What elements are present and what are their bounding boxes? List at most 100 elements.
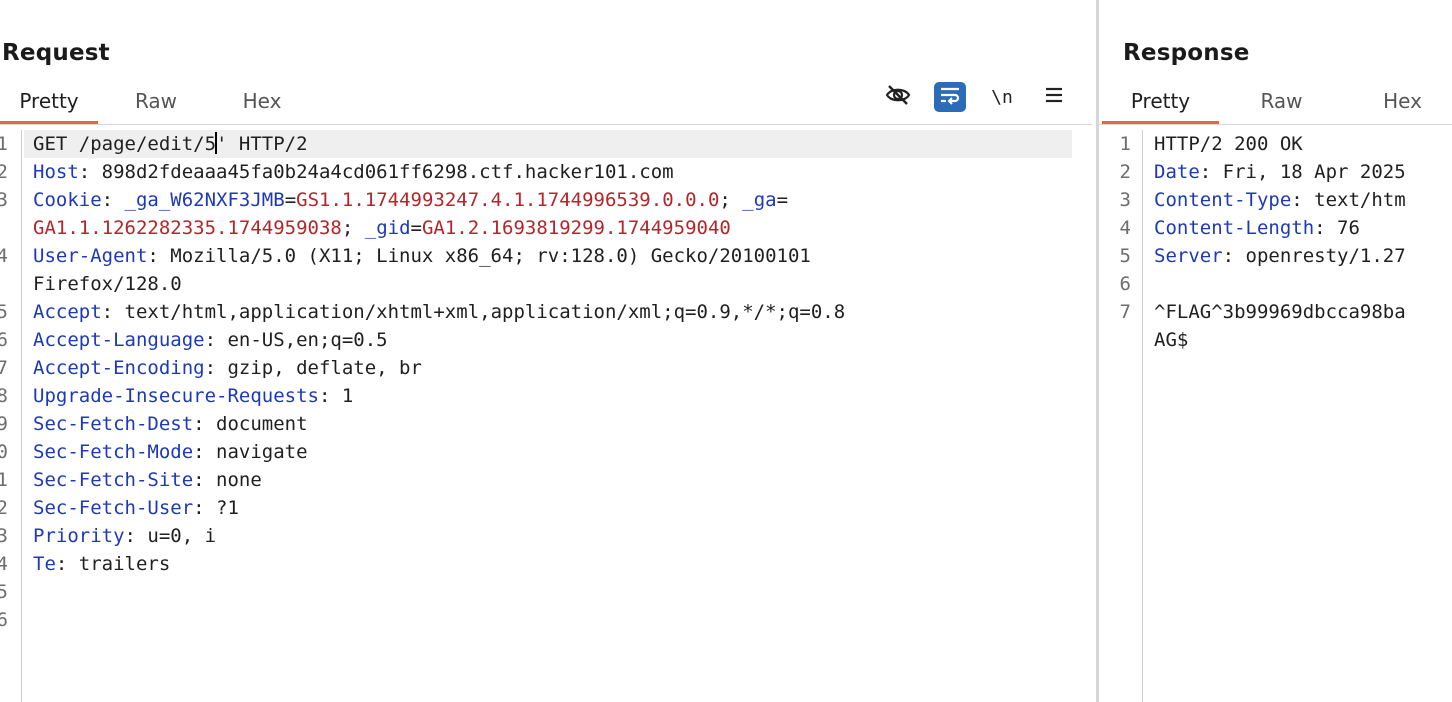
tab-request-hex[interactable]: Hex bbox=[214, 84, 310, 124]
header-value: : gzip, deflate, br bbox=[204, 357, 422, 379]
response-tab-divider bbox=[1099, 124, 1452, 125]
tab-response-pretty[interactable]: Pretty bbox=[1102, 84, 1219, 124]
request-tab-divider bbox=[0, 124, 1092, 125]
line-number: 7 bbox=[0, 357, 8, 379]
header-line[interactable]: 2 Host: 898d2fdeaaa45fa0b24a4cd061ff6298… bbox=[0, 158, 1096, 186]
header-line[interactable]: 3 Content-Type: text/htm bbox=[1099, 186, 1452, 214]
header-line[interactable]: 2 Date: Fri, 18 Apr 2025 bbox=[1099, 158, 1452, 186]
line-number: 3 bbox=[1119, 189, 1131, 211]
options-menu-button[interactable] bbox=[1038, 82, 1070, 112]
line-number: 1 bbox=[1119, 133, 1131, 155]
line-number: 6 bbox=[0, 329, 8, 351]
response-body-text: ^FLAG^3b99969dbcca98ba bbox=[1154, 301, 1406, 323]
header-value: : en-US,en;q=0.5 bbox=[204, 329, 388, 351]
header-name: Server bbox=[1154, 245, 1223, 267]
header-value: : ?1 bbox=[193, 497, 239, 519]
line-number: 8 bbox=[0, 385, 8, 407]
tab-response-hex[interactable]: Hex bbox=[1344, 84, 1452, 124]
show-newlines-button[interactable]: \n bbox=[986, 82, 1018, 112]
response-tabs: Pretty Raw Hex bbox=[1102, 84, 1452, 124]
cookie-value: GS1.1.1744993247.4.1.1744996539.0.0.0 bbox=[296, 189, 720, 211]
header-line[interactable]: 2 Sec-Fetch-User: ?1 bbox=[0, 494, 1096, 522]
header-name: Cookie bbox=[33, 189, 102, 211]
word-wrap-button[interactable] bbox=[934, 82, 966, 112]
cookie-name: _ga bbox=[742, 189, 777, 211]
request-line[interactable]: 1 GET /page/edit/5' HTTP/2 bbox=[0, 130, 1072, 158]
line-number: 6 bbox=[0, 609, 8, 631]
header-line[interactable]: 8 Upgrade-Insecure-Requests: 1 bbox=[0, 382, 1096, 410]
request-title: Request bbox=[2, 40, 110, 66]
empty-line[interactable]: 6 bbox=[1099, 270, 1452, 298]
tab-request-raw[interactable]: Raw bbox=[108, 84, 204, 124]
cookie-value: GA1.2.1693819299.1744959040 bbox=[421, 217, 731, 239]
header-line[interactable]: 5 Accept: text/html,application/xhtml+xm… bbox=[0, 298, 1096, 326]
request-toolbar: \n bbox=[882, 82, 1070, 112]
header-value: : none bbox=[193, 469, 262, 491]
line-number: 2 bbox=[0, 497, 8, 519]
cookie-name: _ga_W62NXF3JMB bbox=[124, 189, 285, 211]
header-value: : 898d2fdeaaa45fa0b24a4cd061ff6298.ctf.h… bbox=[78, 161, 674, 183]
cookie-value: GA1.1.1262282335.1744959038 bbox=[33, 217, 342, 239]
word-wrap-icon bbox=[938, 84, 962, 110]
response-title: Response bbox=[1123, 40, 1250, 66]
header-line[interactable]: 0 Sec-Fetch-Mode: navigate bbox=[0, 438, 1096, 466]
line-number: 2 bbox=[0, 161, 8, 183]
request-tabs: Pretty Raw Hex bbox=[0, 84, 320, 124]
header-line[interactable]: 6 Accept-Language: en-US,en;q=0.5 bbox=[0, 326, 1096, 354]
hamburger-menu-icon bbox=[1044, 86, 1064, 108]
status-line-text: HTTP/2 200 OK bbox=[1154, 133, 1303, 155]
header-name: User-Agent bbox=[33, 245, 148, 267]
header-line[interactable]: 3 Priority: u=0, i bbox=[0, 522, 1096, 550]
header-value: : Mozilla/5.0 (X11; Linux x86_64; rv:128… bbox=[147, 245, 811, 267]
line-number: 0 bbox=[0, 441, 8, 463]
header-line[interactable]: 1 Sec-Fetch-Site: none bbox=[0, 466, 1096, 494]
hide-nonprintable-button[interactable] bbox=[882, 82, 914, 112]
line-number: 5 bbox=[1119, 245, 1131, 267]
line-number: 3 bbox=[0, 525, 8, 547]
header-name: Priority bbox=[33, 525, 125, 547]
empty-line[interactable]: 5 bbox=[0, 578, 1096, 606]
line-number: 1 bbox=[0, 133, 8, 155]
header-value: : text/html,application/xhtml+xml,applic… bbox=[101, 301, 846, 323]
status-line[interactable]: 1 HTTP/2 200 OK bbox=[1099, 130, 1452, 158]
line-number: 1 bbox=[0, 469, 8, 491]
eye-slash-icon bbox=[885, 83, 911, 111]
line-number: 7 bbox=[1119, 301, 1131, 323]
header-value: : openresty/1.27 bbox=[1222, 245, 1406, 267]
line-number: 2 bbox=[1119, 161, 1131, 183]
line-number: 5 bbox=[0, 301, 8, 323]
header-name: Te bbox=[33, 553, 56, 575]
header-line[interactable]: 7 Accept-Encoding: gzip, deflate, br bbox=[0, 354, 1096, 382]
request-editor[interactable]: 1 GET /page/edit/5' HTTP/2 2 Host: 898d2… bbox=[0, 130, 1096, 702]
response-pane: Response Pretty Raw Hex 1 HTTP/2 200 OK … bbox=[1099, 0, 1452, 702]
header-name: Accept bbox=[33, 301, 102, 323]
header-line[interactable]: 9 Sec-Fetch-Dest: document bbox=[0, 410, 1096, 438]
header-line[interactable]: 4 Content-Length: 76 bbox=[1099, 214, 1452, 242]
header-name: Date bbox=[1154, 161, 1200, 183]
header-line[interactable]: 4 User-Agent: Mozilla/5.0 (X11; Linux x8… bbox=[0, 242, 1096, 270]
line-number: 4 bbox=[0, 245, 8, 267]
tab-response-raw[interactable]: Raw bbox=[1223, 84, 1340, 124]
header-name: Sec-Fetch-Site bbox=[33, 469, 194, 491]
header-line[interactable]: 3 Cookie: _ga_W62NXF3JMB=GS1.1.174499324… bbox=[0, 186, 1096, 214]
header-value: Firefox/128.0 bbox=[33, 273, 182, 295]
header-line-continuation[interactable]: Firefox/128.0 bbox=[0, 270, 1096, 298]
request-line-text: GET /page/edit/5 bbox=[33, 133, 217, 155]
header-line[interactable]: 5 Server: openresty/1.27 bbox=[1099, 242, 1452, 270]
header-line-continuation[interactable]: GA1.1.1262282335.1744959038; _gid=GA1.2.… bbox=[0, 214, 1096, 242]
header-name: Host bbox=[33, 161, 79, 183]
header-name: Upgrade-Insecure-Requests bbox=[33, 385, 319, 407]
request-line-text-rest: ' HTTP/2 bbox=[216, 133, 308, 155]
header-line[interactable]: 4 Te: trailers bbox=[0, 550, 1096, 578]
header-name: Content-Type bbox=[1154, 189, 1292, 211]
body-line[interactable]: 7 ^FLAG^3b99969dbcca98ba bbox=[1099, 298, 1452, 326]
line-number: 4 bbox=[1119, 217, 1131, 239]
header-name: Sec-Fetch-Mode bbox=[33, 441, 194, 463]
header-value: : 1 bbox=[318, 385, 354, 407]
header-value: : Fri, 18 Apr 2025 bbox=[1199, 161, 1406, 183]
response-editor[interactable]: 1 HTTP/2 200 OK 2 Date: Fri, 18 Apr 2025… bbox=[1099, 130, 1452, 702]
tab-request-pretty[interactable]: Pretty bbox=[0, 84, 98, 124]
body-line-continuation[interactable]: AG$ bbox=[1099, 326, 1452, 354]
header-name: Sec-Fetch-Dest bbox=[33, 413, 194, 435]
empty-line[interactable]: 6 bbox=[0, 606, 1096, 634]
